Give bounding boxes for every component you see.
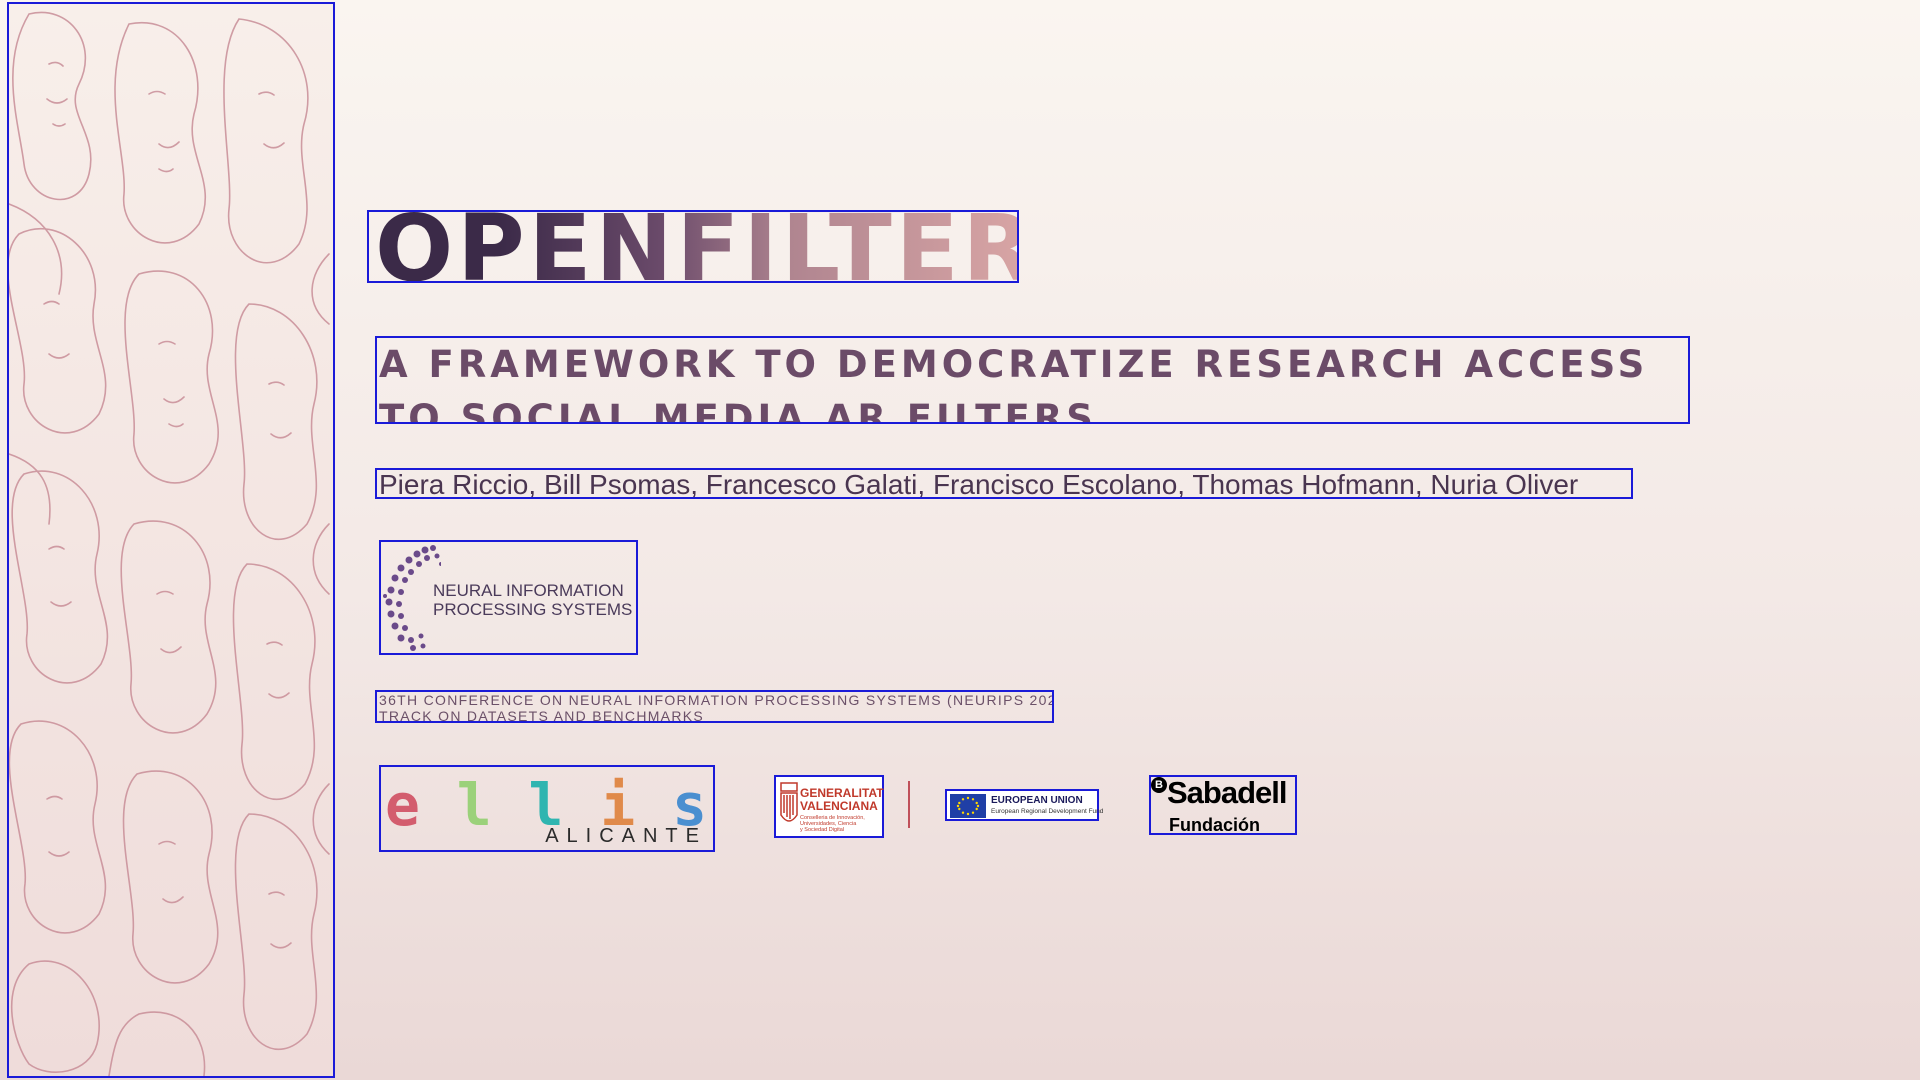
line-art-faces bbox=[9, 11, 330, 1076]
neurips-logo-line2: PROCESSING SYSTEMS bbox=[433, 600, 633, 619]
sabadell-name: Sabadell bbox=[1167, 775, 1287, 810]
ellis-accent: a bbox=[614, 795, 623, 811]
neurips-dots-icon bbox=[383, 545, 441, 651]
neurips-logo-line1: NEURAL INFORMATION bbox=[433, 581, 624, 600]
conference-info: 36TH CONFERENCE ON NEURAL INFORMATION PR… bbox=[375, 690, 1054, 723]
gva-line2: VALENCIANA bbox=[800, 799, 878, 813]
european-union-logo: EUROPEAN UNION European Regional Develop… bbox=[945, 789, 1103, 821]
neurips-logo: NEURAL INFORMATION PROCESSING SYSTEMS bbox=[379, 540, 638, 655]
fundacion-sabadell-logo: B Sabadell Fundación bbox=[1149, 775, 1297, 835]
ellis-letter-l1: l bbox=[456, 771, 492, 839]
eu-title: EUROPEAN UNION bbox=[991, 795, 1083, 806]
generalitat-valenciana-logo: GENERALITAT VALENCIANA Conselleria de In… bbox=[774, 775, 884, 838]
eu-flag-icon bbox=[950, 794, 986, 818]
gva-dept3: y Sociedad Digital bbox=[800, 827, 845, 833]
gva-crest-icon bbox=[780, 782, 798, 822]
page-title: OPENFILTER bbox=[367, 210, 1019, 283]
author-list: Piera Riccio, Bill Psomas, Francesco Gal… bbox=[375, 468, 1633, 499]
gva-department: Conselleria de Innovación, Universidades… bbox=[800, 815, 865, 833]
ellis-letter-e: e bbox=[385, 771, 420, 839]
paper-subtitle: A FRAMEWORK TO DEMOCRATIZE RESEARCH ACCE… bbox=[375, 336, 1690, 424]
eu-subtitle: European Regional Development Fund bbox=[991, 808, 1104, 815]
ellis-subtitle: ALICANTE bbox=[545, 825, 707, 847]
neurips-logo-text: NEURAL INFORMATION PROCESSING SYSTEMS bbox=[433, 581, 632, 619]
decorative-face-pattern-panel bbox=[7, 2, 335, 1078]
conference-line1: 36TH CONFERENCE ON NEURAL INFORMATION PR… bbox=[379, 692, 1054, 708]
sabadell-fundacion: Fundación bbox=[1169, 815, 1260, 835]
sabadell-badge-icon: B bbox=[1151, 777, 1167, 793]
gva-title: GENERALITAT VALENCIANA bbox=[800, 787, 884, 813]
conference-line2: TRACK ON DATASETS AND BENCHMARKS bbox=[379, 708, 705, 723]
logo-divider bbox=[908, 781, 910, 828]
ellis-alicante-logo: e l l a i s ALICANTE bbox=[379, 765, 715, 852]
